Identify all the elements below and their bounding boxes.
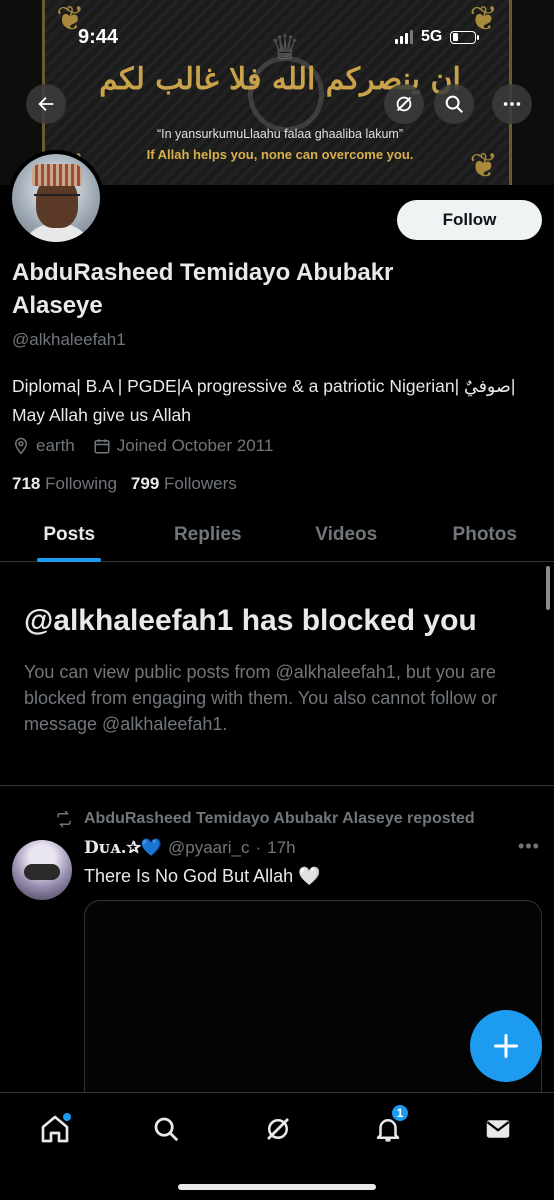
- profile-handle: @alkhaleefah1: [12, 330, 126, 349]
- more-icon: [503, 102, 521, 106]
- compose-button[interactable]: [470, 1010, 542, 1082]
- follow-stats: 718 Following 799 Followers: [12, 474, 237, 494]
- nav-notifications[interactable]: 1: [368, 1103, 410, 1149]
- grok-icon: [267, 1118, 289, 1140]
- avatar-image: [12, 154, 100, 242]
- banner-english-text: If Allah helps you, none can overcome yo…: [146, 147, 414, 162]
- profile-tabs: Posts Replies Videos Photos: [0, 508, 554, 562]
- profile-bio: Diploma| B.A | PGDE|A progressive & a pa…: [12, 376, 516, 425]
- post-media[interactable]: [84, 900, 542, 1120]
- post-more-button[interactable]: •••: [518, 836, 540, 857]
- search-icon: [154, 1117, 179, 1142]
- post-author-name[interactable]: Dᴜᴀ.✰💙: [84, 838, 162, 858]
- tab-videos[interactable]: Videos: [277, 508, 416, 561]
- more-button[interactable]: [492, 84, 532, 124]
- signal-icon: [395, 30, 413, 44]
- nav-messages[interactable]: [478, 1109, 518, 1149]
- envelope-icon: [486, 1120, 510, 1138]
- status-time: 9:44: [78, 26, 119, 48]
- nav-grok[interactable]: [258, 1109, 298, 1149]
- battery-icon: [450, 30, 480, 44]
- profile-name: AbduRasheed Temidayo Abubakr Alaseye: [12, 259, 394, 319]
- repost-icon: [57, 810, 71, 828]
- search-icon: [445, 95, 463, 113]
- banner-transliteration: “In yansurkumuLlaahu falaa ghaaliba laku…: [157, 127, 403, 141]
- grok-button[interactable]: [384, 84, 424, 124]
- post-author-avatar[interactable]: [12, 840, 72, 900]
- nav-search[interactable]: [146, 1109, 186, 1149]
- network-type: 5G: [421, 28, 443, 45]
- nav-home[interactable]: [35, 1109, 75, 1149]
- joined-item: Joined October 2011: [93, 436, 274, 456]
- followers-link[interactable]: 799 Followers: [131, 474, 237, 494]
- search-button[interactable]: [434, 84, 474, 124]
- status-indicators: 5G: [395, 28, 480, 46]
- calendar-icon: [94, 439, 110, 454]
- repost-label: AbduRasheed Temidayo Abubakr Alaseye rep…: [84, 810, 475, 827]
- new-posts-dot: [63, 1113, 71, 1121]
- location-text: earth: [36, 436, 75, 455]
- post-separator: ·: [255, 838, 262, 857]
- joined-text: Joined October 2011: [116, 436, 274, 455]
- scrollbar[interactable]: [546, 566, 550, 610]
- blocked-description: You can view public posts from @alkhalee…: [24, 662, 498, 734]
- profile-avatar[interactable]: [8, 150, 104, 246]
- tab-photos[interactable]: Photos: [416, 508, 554, 561]
- post-time: 17h: [267, 838, 296, 857]
- post-text: There Is No God But Allah 🤍: [84, 866, 321, 886]
- repost-indicator: AbduRasheed Temidayo Abubakr Alaseye rep…: [54, 810, 475, 828]
- home-indicator[interactable]: [178, 1184, 376, 1190]
- follow-button[interactable]: Follow: [397, 200, 542, 240]
- blocked-title: @alkhaleefah1 has blocked you: [24, 604, 477, 637]
- divider: [0, 785, 554, 786]
- profile-meta: earth Joined October 2011: [12, 436, 273, 456]
- back-button[interactable]: [26, 84, 66, 124]
- location-item: earth: [12, 436, 75, 456]
- notification-badge: 1: [390, 1103, 410, 1123]
- tab-replies[interactable]: Replies: [139, 508, 278, 561]
- location-icon: [14, 437, 28, 455]
- grok-icon: [396, 96, 412, 112]
- tab-posts[interactable]: Posts: [0, 508, 139, 561]
- arrow-left-icon: [38, 96, 54, 112]
- post-header: Dᴜᴀ.✰💙 @pyaari_c · 17h: [84, 838, 296, 858]
- plus-icon: [493, 1033, 519, 1059]
- post-author-handle[interactable]: @pyaari_c: [168, 838, 250, 858]
- following-link[interactable]: 718 Following: [12, 474, 117, 494]
- more-icon: •••: [518, 836, 540, 856]
